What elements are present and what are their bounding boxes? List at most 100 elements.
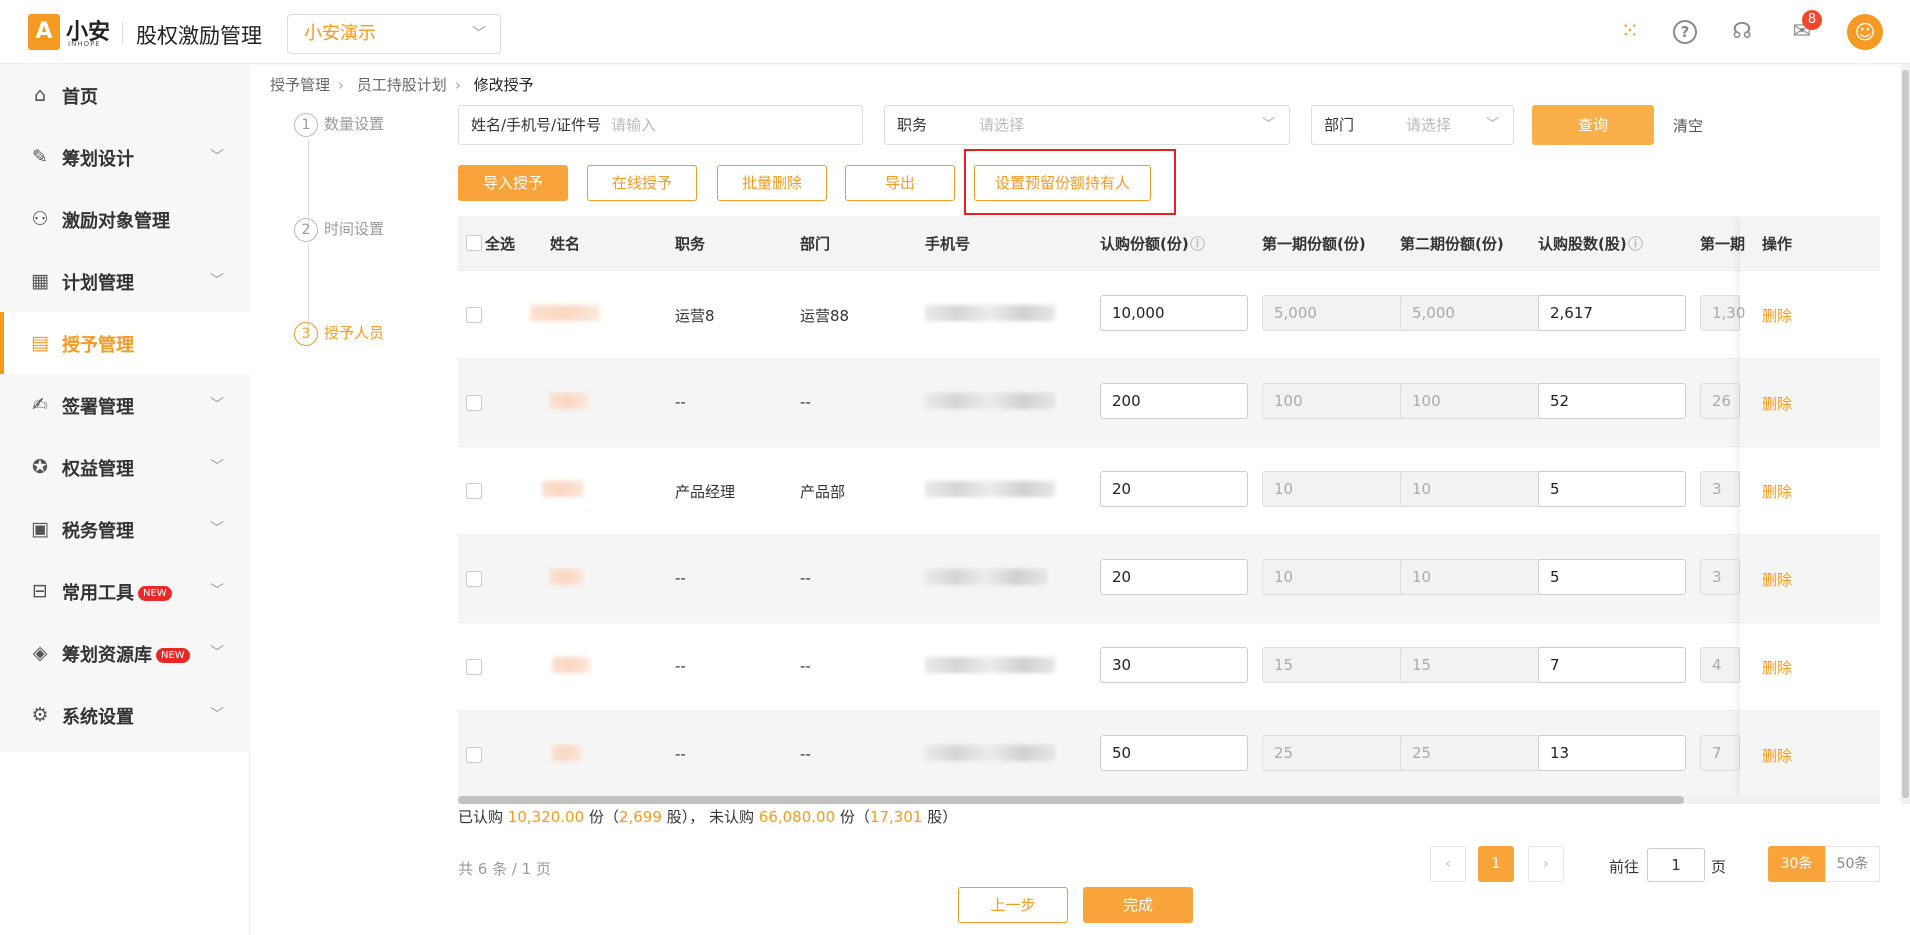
highlight-annotation (964, 149, 1176, 215)
export-button[interactable]: 导出 (845, 165, 955, 201)
sidebar-item-tax[interactable]: ▣ 税务管理 ﹀ (0, 498, 250, 560)
phase1-units-input: 100 (1262, 383, 1410, 419)
chevron-down-icon: ﹀ (210, 273, 224, 289)
layers-icon: ◈ (32, 642, 48, 664)
sidebar-item-grants[interactable]: ▤ 授予管理 (0, 312, 250, 374)
table-row: 运营8 运营88 10,000 5,000 5,000 2,617 1,30 删… (458, 270, 1880, 358)
phase1-shares-input: 4 (1700, 647, 1740, 683)
scrollbar-thumb[interactable] (1902, 70, 1909, 798)
row-checkbox[interactable] (466, 747, 482, 763)
phase2-units-input: 25 (1400, 735, 1548, 771)
page-size-50[interactable]: 50条 (1825, 846, 1880, 882)
query-button[interactable]: 查询 (1532, 105, 1654, 145)
sidebar-item-plans[interactable]: ▦ 计划管理 ﹀ (0, 250, 250, 312)
phase1-units-input: 10 (1262, 559, 1410, 595)
prev-page-button[interactable]: ‹ (1430, 846, 1466, 882)
info-icon[interactable]: ⓘ (1190, 233, 1205, 254)
subscribe-shares-input[interactable]: 5 (1538, 471, 1686, 507)
sidebar-item-planning[interactable]: ✎ 筹划设计 ﹀ (0, 126, 250, 188)
grantee-table: 全选 姓名 职务 部门 手机号 认购份额(份) ⓘ 第一期份额(份) 第二期份额(… (458, 216, 1880, 796)
phone-blurred (925, 657, 1055, 673)
apps-icon: ▦ (31, 270, 49, 292)
sidebar-item-equity[interactable]: ✪ 权益管理 ﹀ (0, 436, 250, 498)
row-checkbox[interactable] (466, 571, 482, 587)
sidebar-item-signing[interactable]: ✍ 签署管理 ﹀ (0, 374, 250, 436)
company-select[interactable]: 小安演示 ﹀ (287, 14, 501, 54)
subscribe-units-input[interactable]: 10,000 (1100, 295, 1248, 331)
chevron-down-icon: ﹀ (210, 645, 224, 661)
breadcrumb-esop[interactable]: 员工持股计划 (357, 76, 447, 94)
edit-icon: ✎ (32, 146, 48, 168)
subscribe-units-input[interactable]: 50 (1100, 735, 1248, 771)
sidebar-item-participants[interactable]: ⚇ 激励对象管理 (0, 188, 250, 250)
sidebar-item-resources[interactable]: ◈ 筹划资源库 NEW ﹀ (0, 622, 250, 684)
subscribe-shares-input[interactable]: 52 (1538, 383, 1686, 419)
finish-button[interactable]: 完成 (1083, 887, 1193, 923)
position-select[interactable]: 职务 请选择 ﹀ (884, 105, 1290, 145)
goto-page-input[interactable]: 1 (1647, 848, 1705, 882)
row-checkbox[interactable] (466, 395, 482, 411)
department-select[interactable]: 部门 请选择 ﹀ (1311, 105, 1514, 145)
fixed-ops-column (1740, 216, 1880, 796)
subscribe-units-input[interactable]: 200 (1100, 383, 1248, 419)
subscribe-units-input[interactable]: 20 (1100, 559, 1248, 595)
subscribe-shares-input[interactable]: 7 (1538, 647, 1686, 683)
phase2-units-input: 5,000 (1400, 295, 1548, 331)
subscribe-units-input[interactable]: 30 (1100, 647, 1248, 683)
phase1-shares-input: 3 (1700, 559, 1740, 595)
phase1-units-input: 15 (1262, 647, 1410, 683)
chevron-right-icon: › (338, 76, 345, 94)
phone-blurred (925, 481, 1055, 497)
batch-delete-button[interactable]: 批量删除 (717, 165, 827, 201)
chevron-down-icon: ﹀ (472, 26, 486, 42)
app-title: 股权激励管理 (136, 24, 262, 48)
page-size-30[interactable]: 30条 (1768, 846, 1825, 882)
scrollbar-thumb[interactable] (458, 796, 1684, 804)
settings-icon: ⚙ (31, 704, 49, 726)
sidebar-item-tools[interactable]: ⊟ 常用工具 NEW ﹀ (0, 560, 250, 622)
online-grant-button[interactable]: 在线授予 (587, 165, 697, 201)
step-grantees[interactable]: 3 授予人员 (294, 322, 384, 346)
phase1-shares-input: 26 (1700, 383, 1740, 419)
name-search-input[interactable]: 姓名/手机号/证件号 请输入 (458, 105, 863, 145)
table-row: -- -- 50 25 25 13 7 删除 (458, 710, 1880, 796)
import-grant-button[interactable]: 导入授予 (458, 165, 568, 201)
horizontal-scrollbar[interactable] (458, 796, 1880, 804)
step-time[interactable]: 2 时间设置 (294, 218, 384, 242)
avatar[interactable]: ☺ (1847, 14, 1883, 50)
table-row: -- -- 30 15 15 7 4 删除 (458, 622, 1880, 710)
next-page-button[interactable]: › (1528, 846, 1564, 882)
headset-icon[interactable]: ☊ (1728, 18, 1756, 46)
subscribe-shares-input[interactable]: 2,617 (1538, 295, 1686, 331)
name-blurred (530, 305, 600, 321)
clear-button[interactable]: 清空 (1673, 115, 1703, 136)
sidebar-item-settings[interactable]: ⚙ 系统设置 ﹀ (0, 684, 250, 746)
subscribe-shares-input[interactable]: 13 (1538, 735, 1686, 771)
chevron-down-icon: ﹀ (210, 459, 224, 475)
phase1-shares-input: 1,30 (1700, 295, 1745, 331)
info-icon[interactable]: ⓘ (1628, 233, 1643, 254)
row-checkbox[interactable] (466, 307, 482, 323)
table-header: 全选 姓名 职务 部门 手机号 认购份额(份) ⓘ 第一期份额(份) 第二期份额(… (458, 216, 1880, 270)
table-row: -- -- 200 100 100 52 26 删除 (458, 358, 1880, 446)
toolbox-icon: ⊟ (32, 580, 48, 602)
select-all-checkbox[interactable] (466, 235, 482, 251)
apps-grid-icon[interactable]: ⁙ (1616, 18, 1644, 46)
step-quantity[interactable]: 1 数量设置 (294, 113, 384, 137)
phase1-shares-input: 7 (1700, 735, 1740, 771)
subscribe-shares-input[interactable]: 5 (1538, 559, 1686, 595)
tax-icon: ▣ (31, 518, 49, 540)
phone-blurred (925, 745, 1055, 761)
chevron-right-icon: › (454, 76, 461, 94)
row-checkbox[interactable] (466, 483, 482, 499)
prev-step-button[interactable]: 上一步 (958, 887, 1068, 923)
phase1-units-input: 5,000 (1262, 295, 1410, 331)
users-icon: ⚇ (31, 208, 49, 230)
vertical-scrollbar[interactable] (1901, 64, 1910, 804)
page-1-button[interactable]: 1 (1478, 846, 1514, 882)
subscribe-units-input[interactable]: 20 (1100, 471, 1248, 507)
help-icon[interactable]: ? (1673, 20, 1697, 44)
row-checkbox[interactable] (466, 659, 482, 675)
sidebar-item-home[interactable]: ⌂ 首页 (0, 64, 250, 126)
breadcrumb-grants[interactable]: 授予管理 (270, 76, 330, 94)
